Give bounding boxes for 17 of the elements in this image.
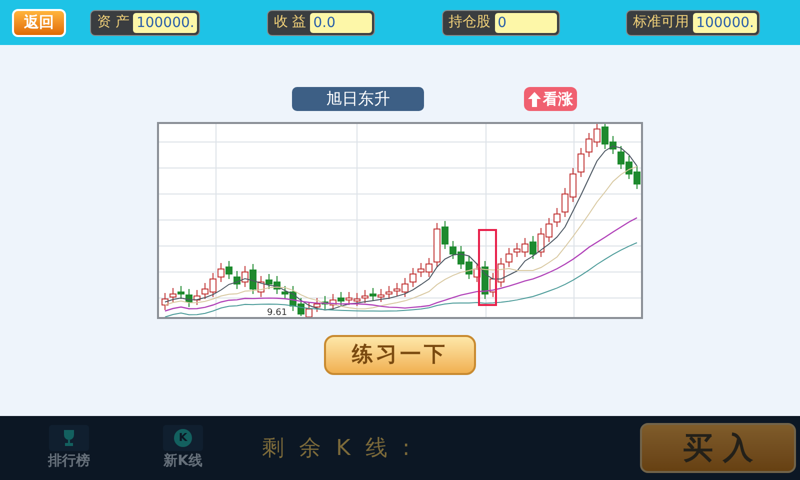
stat-label: 标准可用: [633, 13, 690, 32]
stat-value: 100000.: [133, 12, 198, 32]
stat-label: 持仓股: [448, 13, 491, 32]
back-button[interactable]: 返回: [12, 8, 66, 36]
low-price-label: 9.61: [267, 309, 288, 318]
bullish-badge: 看涨: [524, 87, 577, 111]
stat-value: 0.0: [310, 12, 372, 32]
stat-value: 0: [494, 12, 557, 32]
pattern-title: 旭日东升: [292, 87, 424, 111]
remaining-kline-label: 剩 余 K 线 :: [262, 434, 414, 462]
stat-label: 收 益: [274, 13, 306, 32]
up-arrow-icon: [528, 92, 541, 106]
stat-label: 资 产: [97, 13, 130, 32]
trophy-icon: [61, 428, 77, 446]
k-icon: K: [174, 428, 192, 446]
practice-button[interactable]: 练习一下: [324, 335, 476, 375]
stat-value: 100000.: [693, 12, 757, 32]
